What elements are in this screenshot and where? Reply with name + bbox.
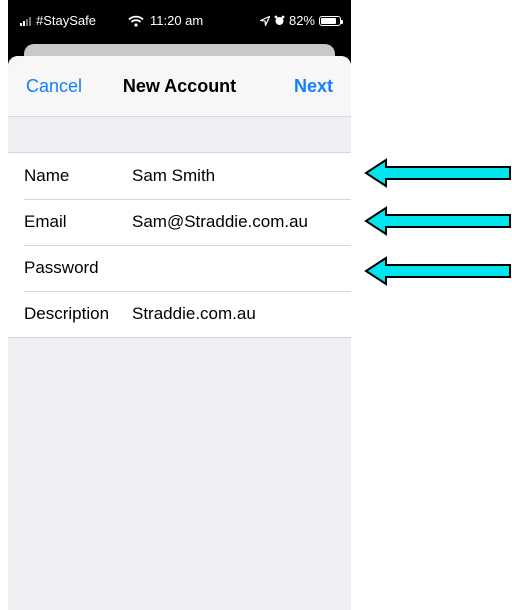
status-time: 11:20 am: [150, 13, 204, 28]
battery-fill: [321, 17, 336, 24]
description-row[interactable]: Description Straddie.com.au: [8, 291, 351, 337]
wifi-icon: [128, 15, 144, 27]
annotation-arrow-email: [364, 206, 511, 236]
annotation-arrow-name: [364, 158, 511, 188]
new-account-sheet: Cancel New Account Next Name Sam Smith E…: [8, 56, 351, 610]
annotation-arrow-shape: [364, 256, 511, 286]
email-label: Email: [24, 212, 67, 231]
email-row[interactable]: Email Sam@Straddie.com.au: [8, 199, 351, 245]
next-button[interactable]: Next: [294, 76, 333, 97]
name-label: Name: [24, 166, 70, 185]
battery-percent: 82%: [288, 13, 315, 28]
account-form: Name Sam Smith Email Sam@Straddie.com.au…: [8, 152, 351, 338]
annotation-arrow-shape: [364, 158, 511, 188]
status-left: #StaySafe: [20, 13, 96, 28]
status-bar: #StaySafe 11:20 am 82%: [8, 0, 351, 40]
description-label: Description: [24, 304, 110, 323]
signal-bars-icon: [20, 16, 31, 26]
annotation-arrow-shape: [364, 206, 511, 236]
alarm-clock-icon: [274, 15, 285, 25]
status-center: 11:20 am: [128, 13, 203, 28]
navigation-bar: Cancel New Account Next: [8, 56, 351, 117]
annotation-arrow-password: [364, 256, 511, 286]
email-field[interactable]: Sam@Straddie.com.au: [132, 212, 308, 232]
battery-icon: [319, 15, 343, 26]
name-row[interactable]: Name Sam Smith: [8, 153, 351, 199]
description-field[interactable]: Straddie.com.au: [132, 304, 256, 324]
phone-screen: #StaySafe 11:20 am 82% Cancel New Accoun…: [8, 0, 351, 610]
location-arrow-icon: [259, 15, 270, 26]
name-field[interactable]: Sam Smith: [132, 166, 215, 186]
password-row[interactable]: Password: [8, 245, 351, 291]
password-label: Password: [24, 258, 99, 277]
carrier-label: #StaySafe: [36, 13, 96, 28]
status-right: 82%: [259, 13, 343, 28]
